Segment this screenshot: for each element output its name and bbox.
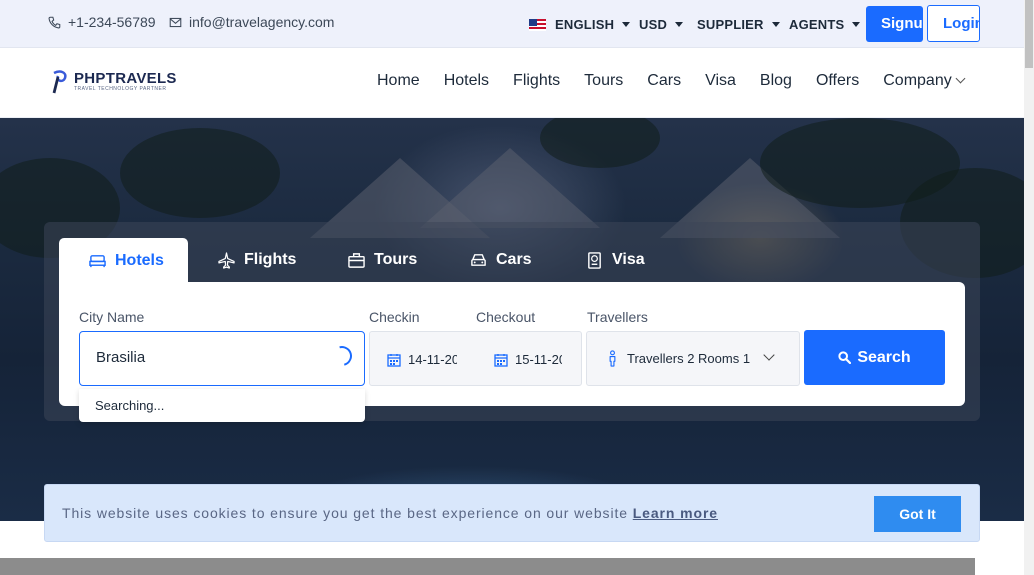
supplier-dropdown[interactable]: SUPPLIER bbox=[697, 17, 780, 32]
scrollbar-track[interactable] bbox=[1024, 0, 1034, 575]
chevron-down-icon bbox=[955, 73, 966, 84]
nav-hotels[interactable]: Hotels bbox=[444, 72, 489, 90]
nav-menu: Home Hotels Flights Tours Cars Visa Blog… bbox=[377, 72, 988, 90]
plane-icon bbox=[218, 251, 235, 269]
cookie-message: This website uses cookies to ensure you … bbox=[62, 505, 718, 521]
checkout-label: Checkout bbox=[476, 309, 536, 325]
travellers-dropdown[interactable]: Travellers 2 Rooms 1 bbox=[586, 331, 800, 386]
search-icon bbox=[838, 351, 852, 364]
supplier-label: SUPPLIER bbox=[697, 17, 764, 32]
us-flag-icon bbox=[529, 18, 546, 31]
email-address: info@travelagency.com bbox=[189, 14, 335, 30]
main-navbar: PHPTRAVELS TRAVEL TECHNOLOGY PARTNER Hom… bbox=[0, 48, 1024, 118]
got-it-button[interactable]: Got It bbox=[874, 496, 961, 532]
person-icon bbox=[609, 350, 616, 367]
phone-icon bbox=[48, 16, 61, 28]
nav-tours[interactable]: Tours bbox=[584, 72, 623, 90]
tab-visa-label: Visa bbox=[612, 251, 645, 268]
currency-label: USD bbox=[639, 17, 668, 32]
city-name-label: City Name bbox=[79, 309, 145, 325]
search-button[interactable]: Search bbox=[804, 330, 945, 385]
checkout-value: 15-11-20 bbox=[515, 352, 562, 367]
checkout-input[interactable]: 15-11-20 bbox=[494, 352, 562, 367]
caret-down-icon bbox=[852, 22, 861, 27]
car-icon bbox=[471, 253, 486, 266]
top-bar: +1-234-56789 info@travelagency.com ENGLI… bbox=[0, 0, 1024, 48]
nav-company[interactable]: Company bbox=[883, 72, 966, 90]
language-label: ENGLISH bbox=[555, 17, 615, 32]
search-button-label: Search bbox=[857, 348, 911, 366]
checkin-label: Checkin bbox=[369, 309, 420, 325]
tab-flights-label: Flights bbox=[244, 251, 297, 268]
checkin-value: 14-11-20 bbox=[408, 352, 457, 367]
login-button[interactable]: Login bbox=[927, 5, 980, 42]
travellers-label: Travellers bbox=[587, 309, 648, 325]
nav-company-label: Company bbox=[883, 72, 952, 89]
envelope-icon bbox=[169, 17, 182, 27]
language-dropdown[interactable]: ENGLISH bbox=[529, 17, 631, 32]
nav-flights[interactable]: Flights bbox=[513, 72, 560, 90]
brand-title: PHPTRAVELS bbox=[74, 70, 177, 87]
caret-down-icon bbox=[675, 22, 684, 27]
nav-cars[interactable]: Cars bbox=[647, 72, 681, 90]
nav-home[interactable]: Home bbox=[377, 72, 420, 90]
cookie-banner: This website uses cookies to ensure you … bbox=[44, 484, 980, 542]
brand-subtitle: TRAVEL TECHNOLOGY PARTNER bbox=[74, 86, 167, 92]
travellers-value: Travellers 2 Rooms 1 bbox=[627, 351, 751, 366]
tab-hotels[interactable]: Hotels bbox=[59, 238, 188, 283]
tab-flights[interactable]: Flights bbox=[218, 238, 296, 282]
checkin-input[interactable]: 14-11-20 bbox=[387, 352, 457, 367]
calendar-icon bbox=[387, 353, 401, 367]
tab-hotels-label: Hotels bbox=[115, 251, 164, 269]
tab-visa[interactable]: Visa bbox=[586, 238, 645, 282]
calendar-icon bbox=[494, 353, 508, 367]
page-bottom-strip bbox=[0, 558, 975, 575]
city-name-input[interactable]: Brasilia bbox=[79, 331, 365, 386]
logo-mark-icon bbox=[52, 70, 67, 94]
tab-cars[interactable]: Cars bbox=[470, 238, 532, 282]
nav-offers[interactable]: Offers bbox=[816, 72, 859, 90]
nav-blog[interactable]: Blog bbox=[760, 72, 792, 90]
phone-contact[interactable]: +1-234-56789 bbox=[48, 14, 156, 30]
passport-icon bbox=[588, 251, 601, 269]
signup-button[interactable]: Signup bbox=[866, 6, 923, 42]
tab-cars-label: Cars bbox=[496, 251, 532, 268]
email-contact[interactable]: info@travelagency.com bbox=[169, 14, 334, 30]
nav-visa[interactable]: Visa bbox=[705, 72, 736, 90]
suitcase-icon bbox=[348, 252, 365, 268]
agents-dropdown[interactable]: AGENTS bbox=[789, 17, 861, 32]
chevron-down-icon bbox=[763, 349, 775, 361]
brand-logo[interactable]: PHPTRAVELS TRAVEL TECHNOLOGY PARTNER bbox=[50, 69, 177, 95]
caret-down-icon bbox=[771, 22, 780, 27]
tab-tours[interactable]: Tours bbox=[348, 238, 417, 282]
scrollbar-thumb[interactable] bbox=[1025, 0, 1033, 68]
palm-tree bbox=[120, 128, 280, 218]
agents-label: AGENTS bbox=[789, 17, 845, 32]
bed-icon bbox=[89, 255, 106, 268]
cookie-text: This website uses cookies to ensure you … bbox=[62, 505, 628, 521]
currency-dropdown[interactable]: USD bbox=[639, 17, 684, 32]
tab-tours-label: Tours bbox=[374, 251, 418, 268]
caret-down-icon bbox=[622, 22, 631, 27]
city-autocomplete-dropdown: Searching... bbox=[79, 389, 365, 422]
learn-more-link[interactable]: Learn more bbox=[633, 505, 718, 521]
phone-number: +1-234-56789 bbox=[68, 14, 156, 30]
